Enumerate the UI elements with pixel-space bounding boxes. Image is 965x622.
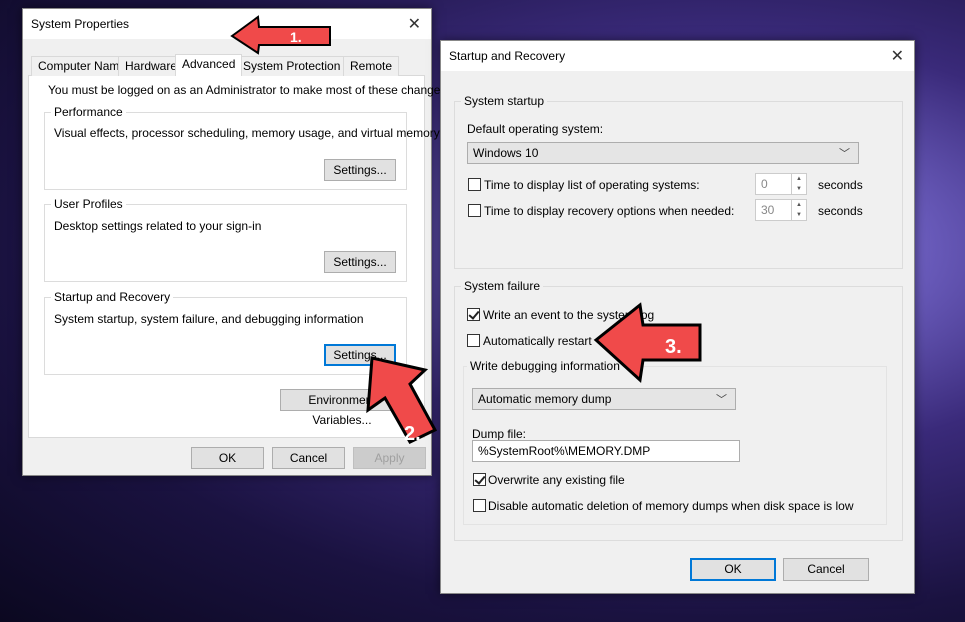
- step-2-label: 2.: [404, 423, 421, 445]
- step-3-label: 3.: [665, 336, 682, 358]
- tab-system-protection[interactable]: System Protection: [236, 56, 348, 76]
- tab-remote[interactable]: Remote: [343, 56, 400, 76]
- step-1-label: 1.: [290, 29, 302, 45]
- arrow-2-icon: 2.: [366, 356, 438, 445]
- tab-advanced[interactable]: Advanced: [175, 54, 243, 76]
- arrow-3-icon: 3.: [593, 302, 702, 383]
- arrow-1-icon: 1.: [230, 15, 331, 55]
- annotation-overlay: 1. 2. 3.: [230, 15, 702, 445]
